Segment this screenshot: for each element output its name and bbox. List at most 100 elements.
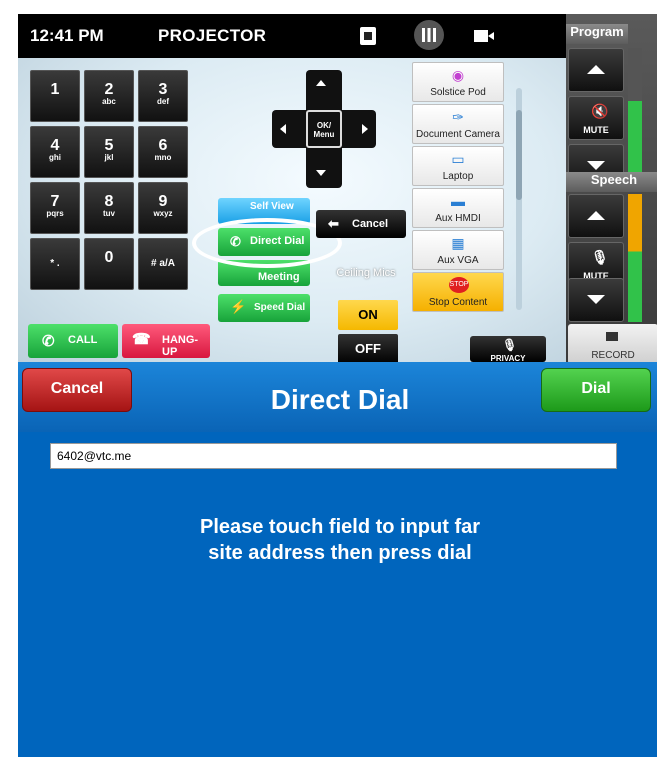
cancel-call-button[interactable]: ⬅ Cancel <box>316 210 406 238</box>
keypad-icon[interactable] <box>414 20 444 50</box>
lightning-icon: ⚡ <box>230 299 247 314</box>
key-10[interactable]: * . <box>30 238 80 290</box>
source-scrollbar[interactable] <box>516 88 522 310</box>
key-letters: wxyz <box>153 209 173 218</box>
document-camera-icon: ✑ <box>452 109 464 125</box>
key-2[interactable]: 2 abc <box>84 70 134 122</box>
down-arrow-icon[interactable] <box>316 170 326 176</box>
program-volume-up-button[interactable] <box>568 48 624 92</box>
direct-dial-dialog: Cancel Direct Dial Dial 6402@vtc.me Plea… <box>18 362 657 757</box>
key-letters: tuv <box>103 209 115 218</box>
instruction-line-2: site address then press dial <box>208 542 472 564</box>
ceiling-mics-label: Ceiling Mics <box>336 267 396 279</box>
left-arrow-icon[interactable] <box>280 124 286 134</box>
aux-hdmi-icon: ▬ <box>451 193 465 209</box>
dial-button[interactable]: Dial <box>541 368 651 412</box>
mics-off-button[interactable]: OFF <box>338 334 398 362</box>
key-digit: 1 <box>50 81 60 98</box>
speech-volume-up-button[interactable] <box>568 194 624 238</box>
call-label: CALL <box>68 334 98 346</box>
source-laptop-button[interactable]: ▭ Laptop <box>412 146 504 186</box>
self-view-label: Self View <box>250 201 294 212</box>
room-title: PROJECTOR <box>158 26 267 45</box>
source-label: Stop Content <box>428 297 488 308</box>
key-5[interactable]: 5 jkl <box>84 126 134 178</box>
instruction-text: Please touch field to input far site add… <box>18 514 657 566</box>
key-letters: abc <box>102 97 116 106</box>
navigation-pad: OK/ Menu <box>272 70 376 188</box>
hang-up-icon: ☎ <box>132 331 151 348</box>
speaker-muted-icon: 🔇 <box>591 103 609 119</box>
right-arrow-icon[interactable] <box>362 124 368 134</box>
microphone-muted-icon: 🎙 <box>591 249 609 265</box>
source-label: Laptop <box>442 171 474 182</box>
source-label: Aux VGA <box>437 255 479 266</box>
key-digit: 5 <box>104 137 114 154</box>
aux-vga-icon: ▦ <box>451 235 465 251</box>
key-12[interactable]: # a/A <box>138 238 188 290</box>
key-3[interactable]: 3 def <box>138 70 188 122</box>
key-9[interactable]: 9 wxyz <box>138 182 188 234</box>
privacy-button[interactable]: 🎙 PRIVACY <box>470 336 546 362</box>
key-1[interactable]: 1 <box>30 70 80 122</box>
hang-up-label: HANG-UP <box>162 334 199 358</box>
phone-icon: ✆ <box>42 333 55 350</box>
far-site-address-input[interactable]: 6402@vtc.me <box>50 443 617 469</box>
back-arrow-icon: ⬅ <box>328 216 339 231</box>
speed-dial-button[interactable]: ⚡ Speed Dial <box>218 294 310 322</box>
source-aux-vga-button[interactable]: ▦ Aux VGA <box>412 230 504 270</box>
source-solstice-pod-button[interactable]: ◉ Solstice Pod <box>412 62 504 102</box>
laptop-icon: ▭ <box>451 151 465 167</box>
touch-panel: 12:41 PM PROJECTOR 1 2 abc 3 def 4 ghi 5 jkl 6 mno… <box>18 14 657 362</box>
key-letters: jkl <box>104 153 114 162</box>
mics-on-button[interactable]: ON <box>338 300 398 330</box>
key-letters: pqrs <box>46 209 64 218</box>
key-6[interactable]: 6 mno <box>138 126 188 178</box>
program-mute-button[interactable]: 🔇 MUTE <box>568 96 624 140</box>
speech-label: Speech <box>566 172 657 192</box>
source-label: Solstice Pod <box>430 87 486 98</box>
key-digit: # a/A <box>151 258 175 269</box>
solstice-pod-icon: ◉ <box>451 67 465 83</box>
speed-dial-label: Speed Dial <box>254 302 306 313</box>
source-stop-content-button[interactable]: STOP Stop Content <box>412 272 504 312</box>
cancel-call-label: Cancel <box>352 218 389 230</box>
top-bar: 12:41 PM PROJECTOR <box>18 14 566 58</box>
call-button[interactable]: ✆ CALL <box>28 324 118 358</box>
instruction-line-1: Please touch field to input far <box>199 516 481 538</box>
speech-volume-down-button[interactable] <box>568 278 624 322</box>
source-document-camera-button[interactable]: ✑ Document Camera <box>412 104 504 144</box>
clock: 12:41 PM <box>30 26 104 45</box>
record-button[interactable]: RECORD <box>568 324 657 362</box>
key-digit: 2 <box>104 81 114 98</box>
audio-column: Program 🔇 MUTE Speech 🎙 MUTE RECORD <box>566 14 657 362</box>
contacts-icon[interactable] <box>360 27 376 45</box>
key-7[interactable]: 7 pqrs <box>30 182 80 234</box>
ok-menu-button[interactable]: OK/ Menu <box>306 110 342 148</box>
key-digit: 7 <box>50 193 60 210</box>
control-area: 1 2 abc 3 def 4 ghi 5 jkl 6 mno 7 pqrs 8 tuv 9 wxyz * . 0 #… <box>18 58 566 362</box>
microphone-icon: 🎙 <box>502 338 518 352</box>
key-8[interactable]: 8 tuv <box>84 182 134 234</box>
speech-level-meter <box>628 194 642 322</box>
camera-icon[interactable] <box>474 30 494 42</box>
source-label: Aux HMDI <box>435 213 481 224</box>
record-label: RECORD <box>591 350 635 361</box>
key-11[interactable]: 0 <box>84 238 134 290</box>
key-digit: 9 <box>158 193 168 210</box>
source-aux-hdmi-button[interactable]: ▬ Aux HMDI <box>412 188 504 228</box>
key-letters: ghi <box>49 153 61 162</box>
key-digit: 6 <box>158 137 168 154</box>
program-label: Program <box>566 24 628 44</box>
meeting-label: Meeting <box>258 271 300 283</box>
key-letters: def <box>157 97 169 106</box>
up-arrow-icon[interactable] <box>316 80 326 86</box>
hang-up-button[interactable]: ☎ HANG-UP <box>122 324 210 358</box>
key-digit: 3 <box>158 81 168 98</box>
program-mute-label: MUTE <box>583 125 609 135</box>
key-4[interactable]: 4 ghi <box>30 126 80 178</box>
stop-content-icon: STOP <box>449 277 469 293</box>
key-digit: 4 <box>50 137 60 154</box>
camera-icon <box>606 332 618 341</box>
source-label: Document Camera <box>416 129 500 140</box>
